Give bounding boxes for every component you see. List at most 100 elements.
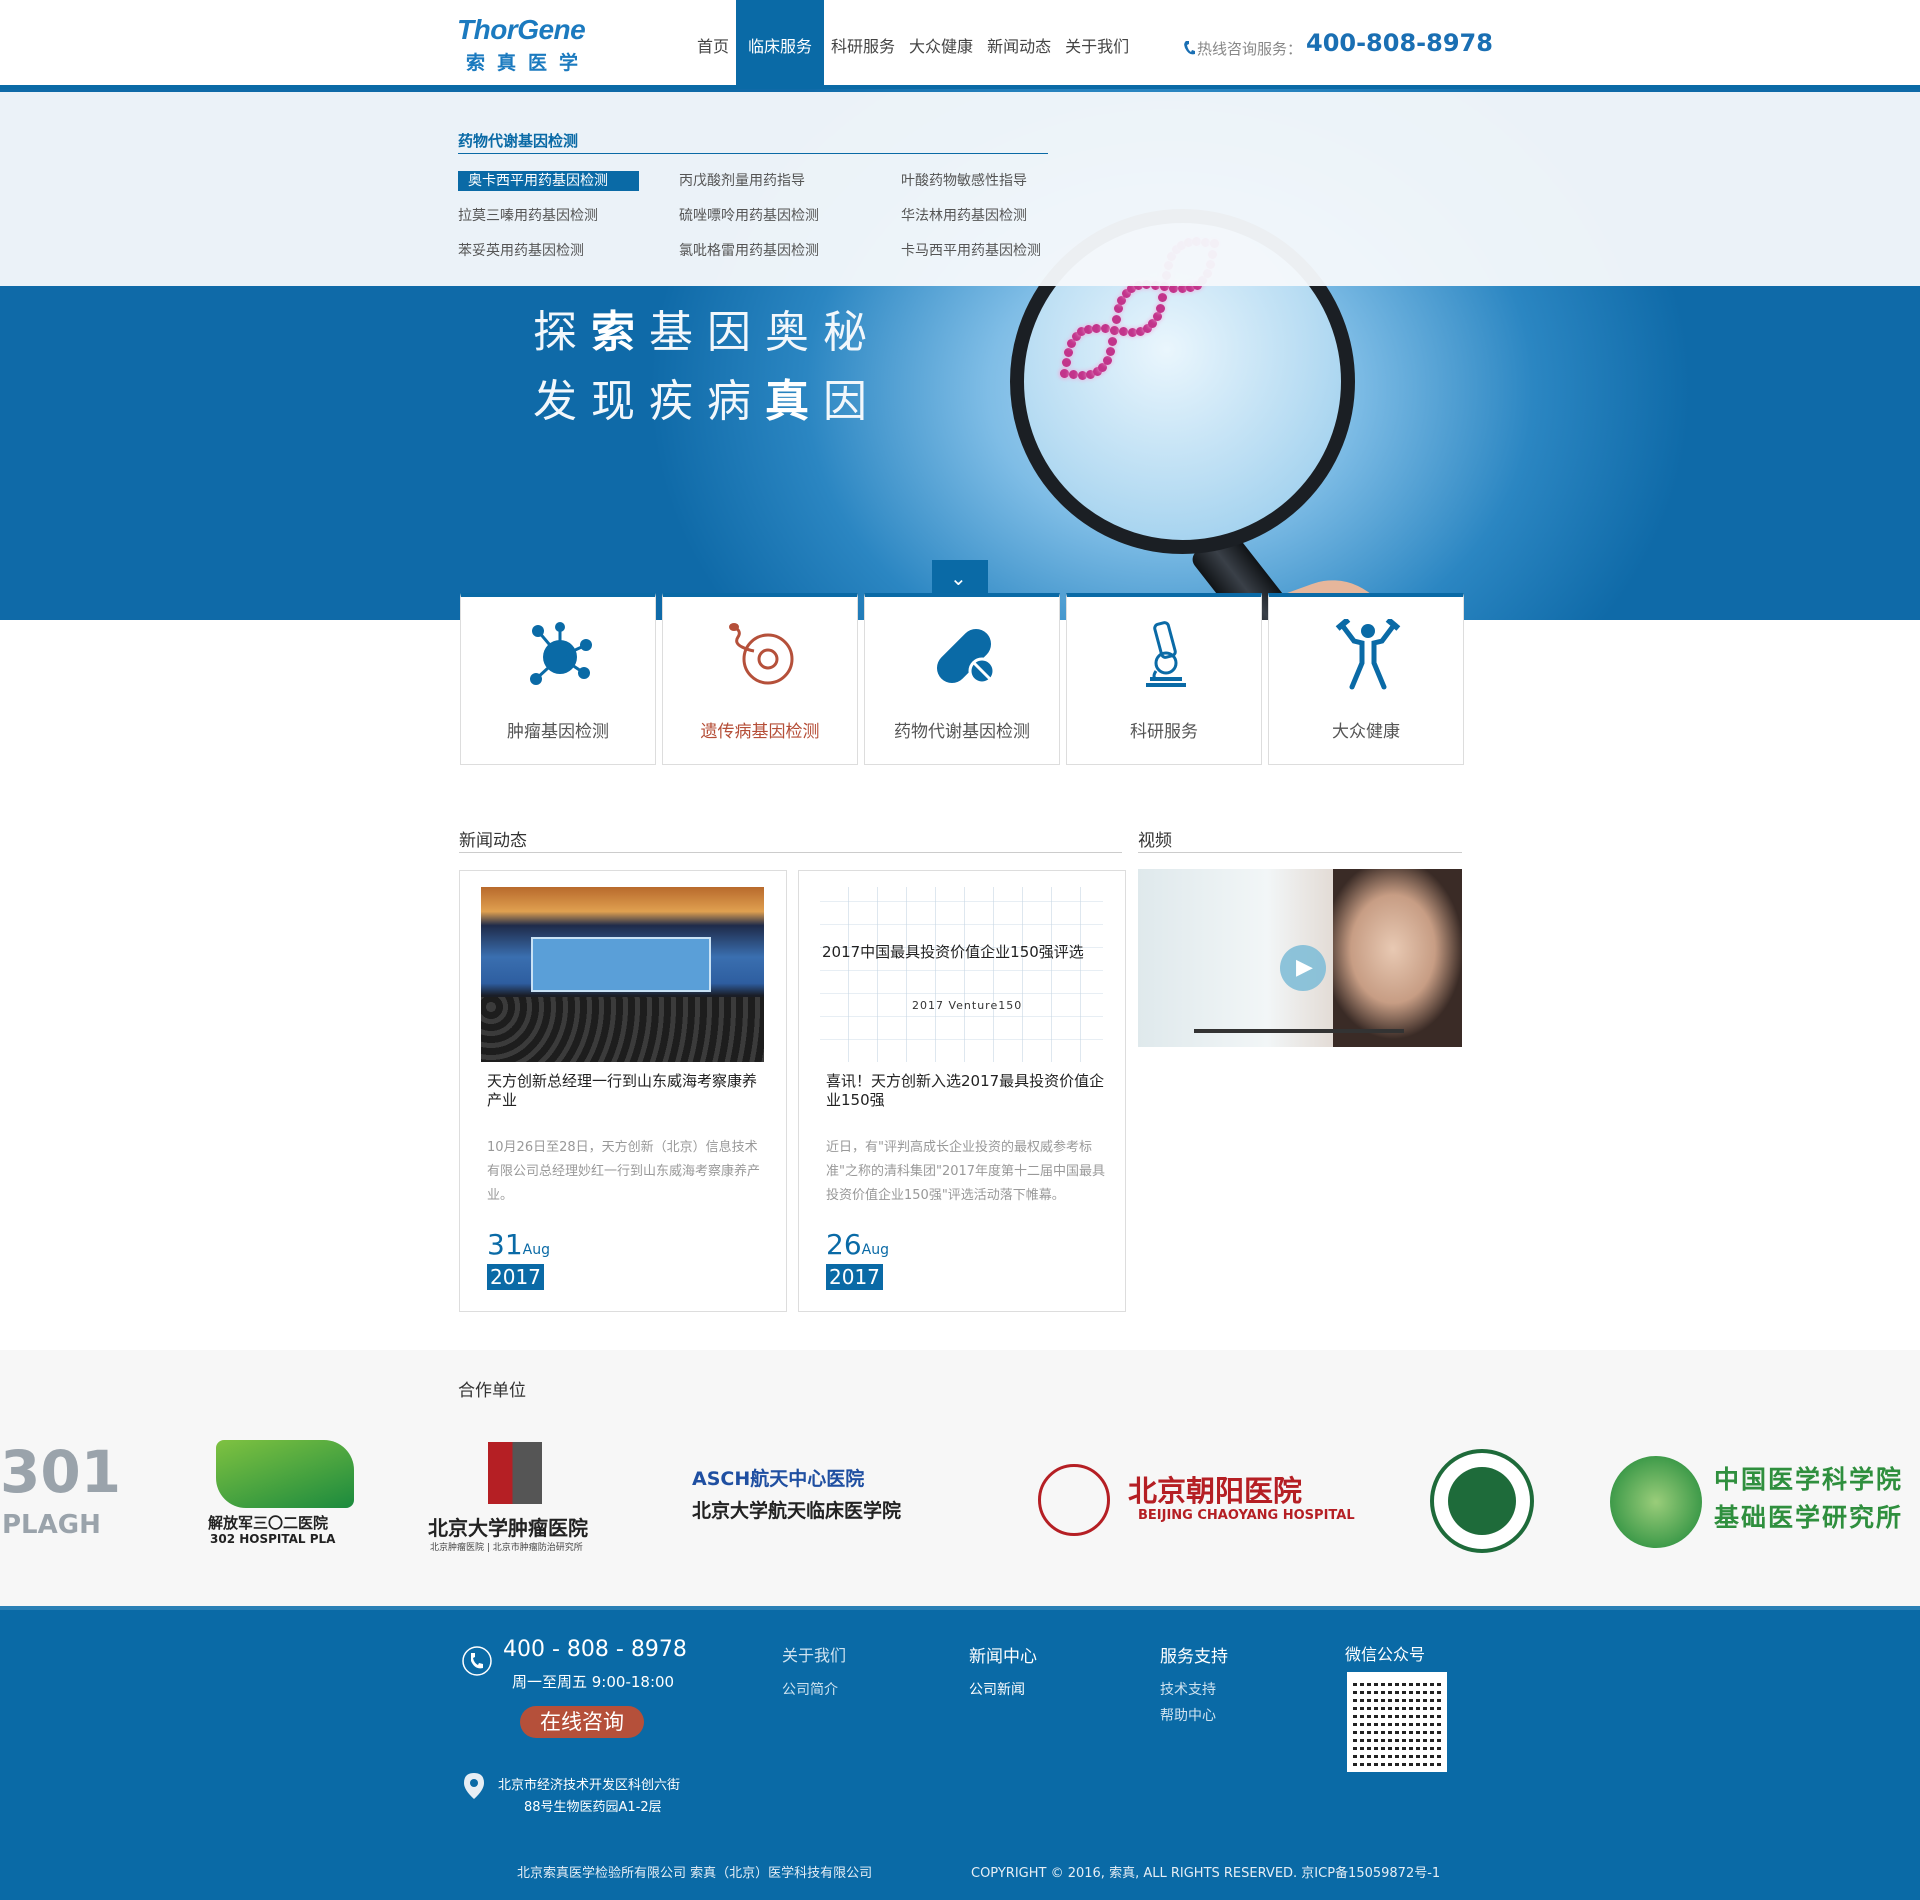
dropdown-item[interactable]: 拉莫三嗪用药基因检测 bbox=[458, 206, 598, 226]
news-summary: 近日，有"评判高成长企业投资的最权威参考标准"之称的清科集团"2017年度第十二… bbox=[826, 1140, 1106, 1203]
nav-news[interactable]: 新闻动态 bbox=[980, 0, 1058, 89]
dropdown-category-title[interactable]: 药物代谢基因检测 bbox=[458, 130, 578, 151]
dna-dot bbox=[1091, 323, 1101, 333]
logo-cn[interactable]: 索真医学 bbox=[466, 48, 590, 75]
news-title[interactable]: 喜讯！天方创新入选2017最具投资价值企业150强 bbox=[826, 1072, 1106, 1110]
chaoyang-emblem bbox=[1038, 1464, 1110, 1536]
hospital-302-emblem bbox=[216, 1440, 354, 1508]
dropdown-item[interactable]: 苯妥英用药基因检测 bbox=[458, 241, 584, 261]
partner-logo-pku-cancer[interactable]: 北京大学肿瘤医院 北京肿瘤医院 | 北京市肿瘤防治研究所 bbox=[428, 1440, 600, 1555]
service-card-tumor[interactable]: 肿瘤基因检测 bbox=[460, 593, 656, 765]
footer-phone[interactable]: 400 - 808 - 8978 bbox=[503, 1637, 687, 1662]
dropdown-item[interactable]: 硫唑嘌呤用药基因检测 bbox=[679, 206, 819, 226]
news-date-day: 26Aug bbox=[826, 1228, 889, 1261]
hotline-label: 热线咨询服务： bbox=[1197, 40, 1303, 58]
wechat-qr-code[interactable] bbox=[1347, 1672, 1447, 1772]
partners-title: 合作单位 bbox=[458, 1381, 526, 1401]
dna-dot bbox=[1119, 327, 1129, 336]
pku-cancer-emblem bbox=[488, 1442, 542, 1504]
news-date-month: Aug bbox=[861, 1242, 889, 1258]
dna-dot bbox=[1114, 304, 1124, 314]
nav-home[interactable]: 首页 bbox=[690, 0, 736, 89]
dropdown-item[interactable]: 华法林用药基因检测 bbox=[901, 206, 1027, 226]
news-date-year: 2017 bbox=[487, 1264, 544, 1290]
dna-dot bbox=[1100, 324, 1110, 334]
molecule-icon bbox=[530, 622, 592, 685]
microscope-icon bbox=[1146, 621, 1186, 687]
video-progress-bar[interactable] bbox=[1194, 1029, 1404, 1033]
footer-link-company-profile[interactable]: 公司简介 bbox=[782, 1679, 838, 1699]
footer-col-service-title[interactable]: 服务支持 bbox=[1160, 1642, 1228, 1667]
pill-icon bbox=[936, 628, 996, 685]
footer-col-news-title[interactable]: 新闻中心 bbox=[969, 1642, 1037, 1667]
partner-logo-asch[interactable]: ASCH航天中心医院 北京大学航天临床医学院 bbox=[692, 1464, 964, 1534]
news-date-day: 31Aug bbox=[487, 1228, 550, 1261]
service-card-health[interactable]: 大众健康 bbox=[1268, 593, 1464, 765]
nav-public-health[interactable]: 大众健康 bbox=[902, 0, 980, 89]
news-image-venture150[interactable]: 2017中国最具投资价值企业150强评选 2017 Venture150 bbox=[820, 887, 1103, 1062]
play-button[interactable]: ▶ bbox=[1280, 945, 1326, 991]
footer-link-tech-support[interactable]: 技术支持 bbox=[1160, 1679, 1216, 1699]
hero-slogan-line2: 发现疾病真因 bbox=[533, 376, 881, 427]
footer-wechat-title: 微信公众号 bbox=[1345, 1645, 1426, 1664]
logo-en[interactable]: ThorGene bbox=[457, 14, 586, 46]
phone-icon bbox=[462, 1646, 492, 1676]
news-image-subcaption: 2017 Venture150 bbox=[912, 999, 1023, 1012]
news-image-caption: 2017中国最具投资价值企业150强评选 bbox=[822, 943, 1084, 961]
footer-copyright: COPYRIGHT © 2016, 索真, ALL RIGHTS RESERVE… bbox=[971, 1866, 1441, 1881]
footer-address-line2: 88号生物医药园A1-2层 bbox=[524, 1800, 662, 1815]
partner-logo-302[interactable]: 解放军三〇二医院 302 HOSPITAL PLA bbox=[208, 1440, 360, 1550]
partner-logo-ibms[interactable]: 中国医学科学院 基础医学研究所 bbox=[1610, 1448, 1916, 1552]
location-pin-icon bbox=[464, 1773, 484, 1799]
news-title[interactable]: 天方创新总经理一行到山东威海考察康养产业 bbox=[487, 1072, 767, 1110]
partner-logo-chaoyang[interactable]: 北京朝阳医院 BEIJING CHAOYANG HOSPITAL bbox=[1038, 1462, 1355, 1538]
service-card-genetic[interactable]: 遗传病基因检测 bbox=[662, 593, 858, 765]
online-consult-button[interactable]: 在线咨询 bbox=[520, 1706, 644, 1738]
video-thumbnail-person bbox=[1333, 869, 1462, 1047]
footer-company-names: 北京索真医学检验所有限公司 索真（北京）医学科技有限公司 bbox=[517, 1866, 873, 1881]
dropdown-item[interactable]: 氯吡格雷用药基因检测 bbox=[679, 241, 819, 261]
partner-logo-301[interactable]: 301 PLAGH bbox=[0, 1438, 121, 1558]
service-card-drug-metabolism[interactable]: 药物代谢基因检测 bbox=[864, 593, 1060, 765]
dropdown-item[interactable]: 卡马西平用药基因检测 bbox=[901, 241, 1041, 261]
dna-dot bbox=[1110, 325, 1119, 335]
news-divider bbox=[459, 852, 1122, 853]
sperm-egg-icon bbox=[729, 623, 794, 685]
video-section-title: 视频 bbox=[1138, 831, 1172, 851]
service-card-label: 遗传病基因检测 bbox=[700, 722, 820, 742]
dna-dot bbox=[1155, 303, 1165, 313]
dna-dot bbox=[1069, 370, 1079, 380]
dropdown-item[interactable]: 丙戊酸剂量用药指导 bbox=[679, 171, 805, 191]
news-image-conference[interactable] bbox=[481, 887, 764, 1062]
play-icon: ▶ bbox=[1296, 955, 1313, 980]
dna-dot bbox=[1105, 346, 1115, 356]
dna-dot bbox=[1060, 369, 1069, 378]
scroll-down-button[interactable]: ⌄ bbox=[932, 560, 988, 596]
nav-research-services[interactable]: 科研服务 bbox=[824, 0, 902, 89]
service-card-label: 科研服务 bbox=[1130, 722, 1198, 742]
news-summary: 10月26日至28日，天方创新（北京）信息技术有限公司总经理妙红一行到山东威海考… bbox=[487, 1140, 761, 1203]
video-divider bbox=[1138, 852, 1462, 853]
footer-link-company-news[interactable]: 公司新闻 bbox=[969, 1679, 1025, 1699]
footer-address-line1: 北京市经济技术开发区科创六街 bbox=[498, 1778, 681, 1793]
nav-about[interactable]: 关于我们 bbox=[1058, 0, 1136, 89]
news-section-title: 新闻动态 bbox=[459, 831, 527, 851]
footer-col-about-title[interactable]: 关于我们 bbox=[782, 1642, 846, 1666]
news-card[interactable]: 2017中国最具投资价值企业150强评选 2017 Venture150 喜讯！… bbox=[798, 870, 1126, 1312]
news-date-month: Aug bbox=[522, 1242, 550, 1258]
service-card-research[interactable]: 科研服务 bbox=[1066, 593, 1262, 765]
main-nav: 首页 临床服务 科研服务 大众健康 新闻动态 关于我们 bbox=[690, 0, 1136, 89]
dna-dot bbox=[1158, 293, 1168, 303]
nav-clinical-services[interactable]: 临床服务 bbox=[736, 0, 825, 89]
service-card-label: 药物代谢基因检测 bbox=[894, 722, 1030, 742]
footer-link-help-center[interactable]: 帮助中心 bbox=[1160, 1705, 1216, 1725]
dna-dot bbox=[1111, 314, 1121, 324]
ibms-emblem bbox=[1610, 1456, 1702, 1548]
news-card[interactable]: 天方创新总经理一行到山东威海考察康养产业 10月26日至28日，天方创新（北京）… bbox=[459, 870, 787, 1312]
partner-logo-tcm-hospital[interactable] bbox=[1430, 1449, 1534, 1553]
dropdown-item[interactable]: 奥卡西平用药基因检测 bbox=[458, 171, 639, 191]
dna-dot bbox=[1102, 355, 1112, 365]
dropdown-item[interactable]: 叶酸药物敏感性指导 bbox=[901, 171, 1027, 191]
dna-dot bbox=[1108, 336, 1118, 346]
hotline-number[interactable]: 400-808-8978 bbox=[1306, 29, 1493, 57]
